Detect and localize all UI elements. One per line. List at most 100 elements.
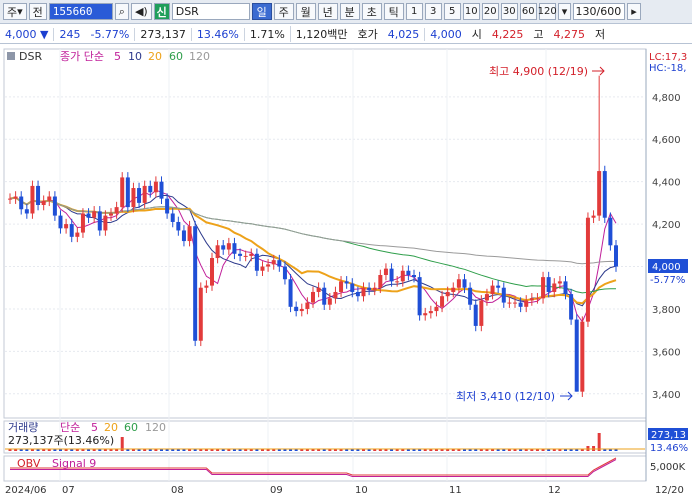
candle-body (19, 196, 24, 210)
panel-grid-icon[interactable] (7, 52, 15, 60)
period-week-tab[interactable]: 주 (273, 3, 294, 20)
volume-legend-type: 단순 (60, 421, 80, 434)
period-second-tab[interactable]: 초 (361, 3, 382, 20)
candle-body (142, 185, 147, 203)
candle-body (131, 188, 136, 208)
low-arrow-icon (560, 391, 573, 401)
volume-bar (597, 433, 601, 451)
candle-body (389, 268, 394, 282)
interval-10-button[interactable]: 10 (462, 3, 480, 20)
candle-body (311, 291, 315, 303)
interval-3-button[interactable]: 3 (424, 3, 442, 20)
scroll-right-icon[interactable]: ▸ (627, 3, 641, 20)
candle-body (305, 302, 310, 309)
ma120-legend: 120 (189, 50, 210, 63)
price-tick-label: 4,400 (652, 178, 681, 189)
market-dropdown[interactable]: 주 ▾ (3, 3, 27, 20)
candle-body (451, 287, 456, 292)
period-day-tab[interactable]: 일 (251, 3, 272, 20)
jeon-button[interactable]: 전 (28, 3, 47, 20)
interval-60-button[interactable]: 60 (519, 3, 537, 20)
price-tick-label: 4,600 (652, 135, 681, 146)
period-tick-tab[interactable]: 틱 (383, 3, 404, 20)
candle-body (569, 294, 574, 320)
candle-body (103, 215, 108, 231)
ma-legend-type: 종가 단순 (60, 50, 104, 63)
vol-ma20-legend: 20 (104, 421, 118, 434)
candle-body (92, 211, 97, 218)
candle-body (58, 215, 63, 229)
candle-body (322, 287, 327, 305)
volume-axis-pct: 13.46% (650, 443, 688, 454)
interval-30-button[interactable]: 30 (500, 3, 518, 20)
interval-120-button[interactable]: 120 (538, 3, 557, 20)
stock-code-input[interactable]: 155660 (48, 3, 113, 20)
candle-body (608, 217, 613, 246)
open-price: 4,225 (491, 27, 524, 41)
candle-body (204, 285, 209, 288)
candle-body (529, 298, 534, 301)
candle-body (148, 185, 153, 193)
candle-body (513, 302, 517, 304)
candle-body (64, 224, 69, 229)
ma10-legend: 10 (128, 50, 142, 63)
candle-body (238, 253, 243, 256)
candle-body (75, 232, 80, 237)
settings-dropdown-icon[interactable]: ▾ (557, 3, 572, 20)
candle-body (153, 181, 158, 193)
candle-body (501, 287, 506, 303)
candle-body (383, 268, 388, 275)
candle-body (294, 306, 299, 312)
date-tick-label: 12 (548, 485, 561, 496)
current-price: 4,000 ▼ (5, 27, 49, 41)
candle-body (350, 283, 355, 292)
candle-body (400, 270, 405, 282)
candle-body (412, 275, 416, 278)
candle-body (602, 171, 607, 218)
period-minute-tab[interactable]: 분 (339, 3, 360, 20)
current-price-value: 4,000 (5, 27, 37, 41)
candle-body (524, 300, 529, 307)
data-count-value: 130 (575, 5, 597, 18)
candle-body (36, 185, 41, 205)
speaker-icon[interactable]: ◀) (130, 3, 152, 20)
candle-body (462, 279, 467, 288)
candle-body (316, 287, 321, 292)
open-label: 시 (471, 28, 482, 41)
stock-chart[interactable]: 4,800 4,600 4,400 4,200 4,000 3,800 3,600 3,400… (0, 45, 692, 496)
period-year-tab[interactable]: 년 (317, 3, 338, 20)
date-tick-label: 12/20 (655, 485, 684, 496)
interval-5-button[interactable]: 5 (443, 3, 461, 20)
interval-20-button[interactable]: 20 (481, 3, 499, 20)
candle-body (557, 281, 562, 284)
candle-body (406, 270, 411, 275)
low-annotation: 최저 3,410 (12/10) (456, 390, 555, 403)
candle-body (170, 213, 175, 222)
high-price: 4,275 (553, 27, 586, 41)
market-label: 주 (7, 5, 18, 19)
current-pct-axis-label: -5.77% (650, 275, 685, 286)
candle-body (80, 213, 85, 233)
vol-ma120-legend: 120 (145, 421, 166, 434)
period-month-tab[interactable]: 월 (295, 3, 316, 20)
candle-body (597, 171, 602, 216)
data-count-field[interactable]: 130/600 (573, 3, 626, 20)
candle-body (518, 302, 523, 307)
high-label: 고 (533, 28, 544, 41)
candle-body (479, 300, 484, 326)
search-icon[interactable]: ⌕ (114, 3, 129, 20)
candle-body (159, 181, 164, 199)
candle-body (86, 213, 91, 218)
candle-body (417, 277, 422, 316)
ma5-legend: 5 (114, 50, 121, 63)
interval-1-button[interactable]: 1 (405, 3, 423, 20)
candle-body (30, 185, 35, 214)
candle-body (232, 243, 237, 254)
candle-body (125, 177, 130, 208)
candle-body (490, 285, 495, 295)
candle-body (181, 230, 186, 242)
candle-body (176, 221, 181, 231)
stock-name-field[interactable]: DSR (171, 3, 250, 20)
chart-area[interactable]: 4,800 4,600 4,400 4,200 4,000 3,800 3,600 3,400… (0, 45, 692, 496)
candle-body (574, 319, 579, 392)
